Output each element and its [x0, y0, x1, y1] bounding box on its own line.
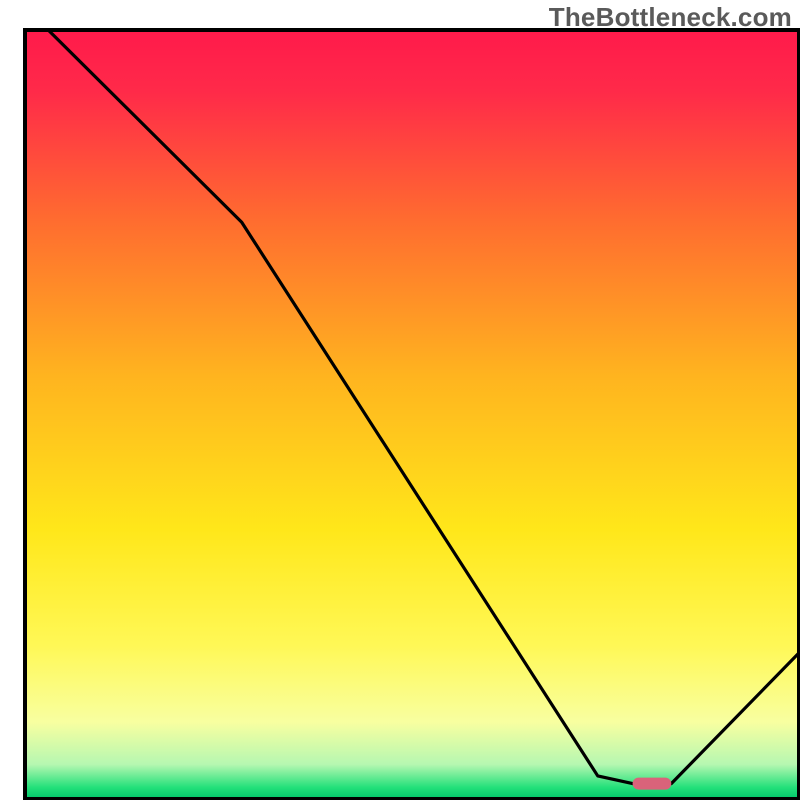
- watermark-text: TheBottleneck.com: [549, 2, 792, 33]
- plot-area: [25, 30, 799, 799]
- gradient-background: [25, 30, 799, 799]
- highlight-segment: [633, 778, 672, 790]
- chart-container: TheBottleneck.com: [0, 0, 800, 800]
- bottleneck-chart: [0, 0, 800, 800]
